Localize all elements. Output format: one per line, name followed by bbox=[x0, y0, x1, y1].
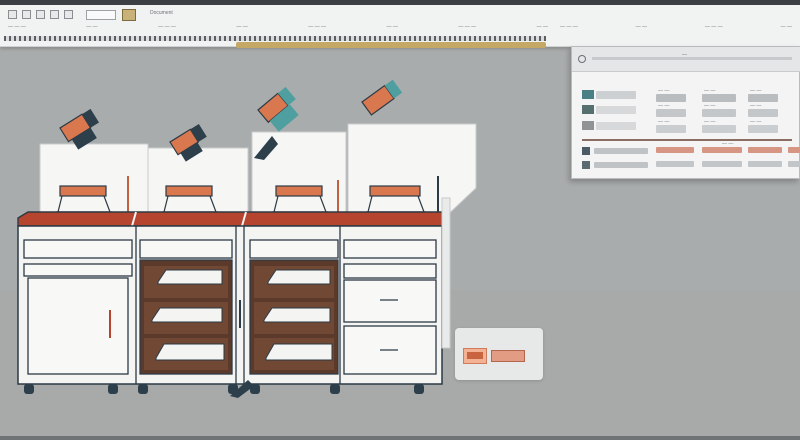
row-bar bbox=[656, 161, 694, 167]
row-bar bbox=[748, 147, 782, 153]
row-bar bbox=[596, 122, 636, 130]
search-input[interactable] bbox=[86, 10, 116, 20]
toolbar-label[interactable]: — — bbox=[781, 24, 792, 32]
row-bar bbox=[788, 147, 800, 153]
shelf-cabinet bbox=[249, 239, 339, 375]
row-bar bbox=[596, 91, 636, 99]
row-bar bbox=[748, 94, 778, 102]
toolbar-label[interactable]: — — — bbox=[705, 24, 723, 32]
color-swatch bbox=[582, 121, 594, 130]
scroll-track[interactable] bbox=[236, 42, 546, 48]
equipment-illustration bbox=[17, 80, 477, 398]
toolbar-label[interactable]: — — — bbox=[458, 24, 476, 32]
row-bar bbox=[594, 148, 648, 154]
row-bar bbox=[702, 147, 742, 153]
panel-row[interactable]: — — — — — — bbox=[582, 103, 792, 117]
row-bar bbox=[702, 161, 742, 167]
row-bar bbox=[748, 125, 778, 133]
document-title: Document bbox=[150, 10, 173, 16]
row-bar bbox=[656, 94, 686, 102]
row-bar bbox=[656, 125, 686, 133]
row-bar bbox=[594, 162, 648, 168]
top-toolbar: Document — — — — — — — — — — — — — — — —… bbox=[0, 0, 800, 47]
toolbar-label[interactable]: — — bbox=[537, 24, 548, 32]
panel-row[interactable]: — — — — — — bbox=[582, 119, 792, 133]
bottom-edge bbox=[0, 436, 800, 440]
color-swatch bbox=[582, 90, 594, 99]
row-bar bbox=[656, 109, 686, 117]
toolbar-label[interactable]: — — — bbox=[308, 24, 326, 32]
toolbar-label-row: — — — — — — — — — — — — — — — — — — — — bbox=[8, 24, 548, 32]
row-bar bbox=[702, 109, 736, 117]
toolbar-label[interactable]: — — bbox=[636, 24, 647, 32]
row-bar bbox=[656, 147, 694, 153]
row-bar bbox=[702, 125, 736, 133]
row-bar bbox=[748, 161, 782, 167]
toolbar-label[interactable]: — — bbox=[386, 24, 397, 32]
toolbar-label[interactable]: — — bbox=[86, 24, 97, 32]
row-bar bbox=[788, 161, 800, 167]
toolbar-label-row-right: — — — — — — — — — — bbox=[560, 24, 792, 32]
menu-grid-icon[interactable] bbox=[8, 10, 17, 19]
cabinet-feet bbox=[24, 384, 424, 394]
image-thumbnail-icon[interactable] bbox=[122, 9, 136, 21]
toolbar-label[interactable]: — — bbox=[236, 24, 247, 32]
circle-icon[interactable] bbox=[578, 55, 586, 63]
header-line bbox=[592, 57, 792, 60]
back-panels bbox=[39, 123, 477, 223]
panel-row[interactable]: — — — — — — bbox=[582, 88, 792, 102]
shelf-cabinet bbox=[139, 239, 233, 375]
panel-row[interactable]: — — bbox=[582, 141, 800, 157]
color-swatch bbox=[582, 147, 590, 155]
panel-header-text: — bbox=[682, 52, 687, 58]
color-swatch bbox=[582, 105, 594, 114]
data-panel: — — — — — — — — — — — — — — — — — — — — … bbox=[571, 46, 800, 179]
row-value: — — bbox=[722, 141, 734, 147]
toolbar-label[interactable]: — — — bbox=[158, 24, 176, 32]
tool-icon[interactable] bbox=[64, 10, 73, 19]
image-icon[interactable] bbox=[36, 10, 45, 19]
toolbar-label[interactable]: — — — bbox=[8, 24, 26, 32]
row-bar bbox=[702, 94, 736, 102]
toolbar-label[interactable]: — — — bbox=[560, 24, 578, 32]
panel-divider bbox=[582, 139, 792, 141]
panel-header: — bbox=[572, 47, 800, 72]
row-bar bbox=[748, 109, 778, 117]
row-bar bbox=[596, 106, 636, 114]
counter-top bbox=[17, 211, 447, 227]
ruler[interactable] bbox=[4, 36, 546, 41]
folder-icon[interactable] bbox=[22, 10, 31, 19]
settings-icon[interactable] bbox=[50, 10, 59, 19]
panel-row[interactable] bbox=[582, 161, 800, 171]
title-bar bbox=[0, 0, 800, 5]
color-swatch bbox=[582, 161, 590, 169]
